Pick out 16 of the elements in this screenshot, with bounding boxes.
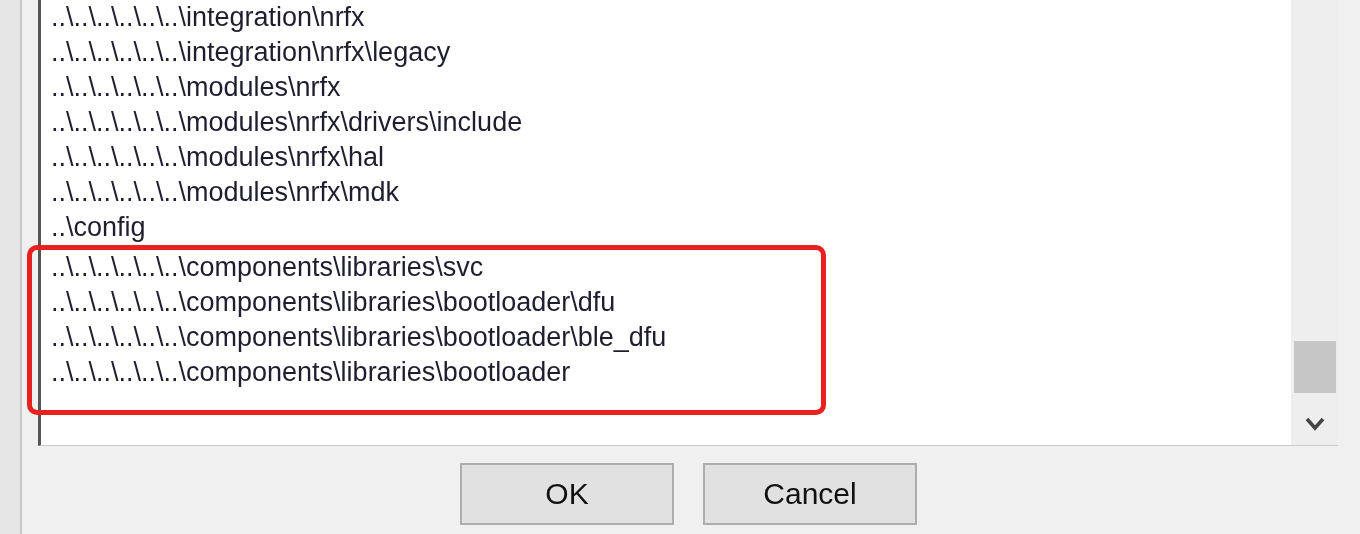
include-path[interactable]: ..\..\..\..\..\..\modules\nrfx — [41, 70, 1291, 105]
include-path[interactable]: ..\..\..\..\..\..\components\libraries\bootloader — [41, 355, 821, 390]
include-path[interactable]: ..\..\..\..\..\..\components\libraries\svc — [41, 250, 821, 285]
include-path[interactable]: ..\..\..\..\..\..\modules\nrfx\drivers\include — [41, 105, 1291, 140]
include-path[interactable]: ..\..\..\..\..\..\modules\nrfx\hal — [41, 140, 1291, 175]
cancel-button[interactable]: Cancel — [703, 463, 917, 525]
include-path[interactable]: ..\..\..\..\..\..\components\libraries\bootloader\dfu — [41, 285, 821, 320]
include-path[interactable]: ..\..\..\..\..\..\integration\nrfx\legacy — [41, 35, 1291, 70]
include-path[interactable]: ..\..\..\..\..\..\integration\nrfx — [41, 0, 1291, 35]
include-path[interactable]: ..\..\..\..\..\..\modules\nrfx\mdk — [41, 175, 1291, 210]
chevron-down-icon[interactable] — [1304, 417, 1325, 431]
ok-button[interactable]: OK — [460, 463, 674, 525]
scrollbar-thumb[interactable] — [1293, 341, 1336, 393]
include-path[interactable]: ..\..\..\..\..\..\components\libraries\bootloader\ble_dfu — [41, 320, 821, 355]
include-path[interactable]: ..\config — [41, 210, 1291, 245]
scrollbar[interactable] — [1291, 0, 1338, 445]
